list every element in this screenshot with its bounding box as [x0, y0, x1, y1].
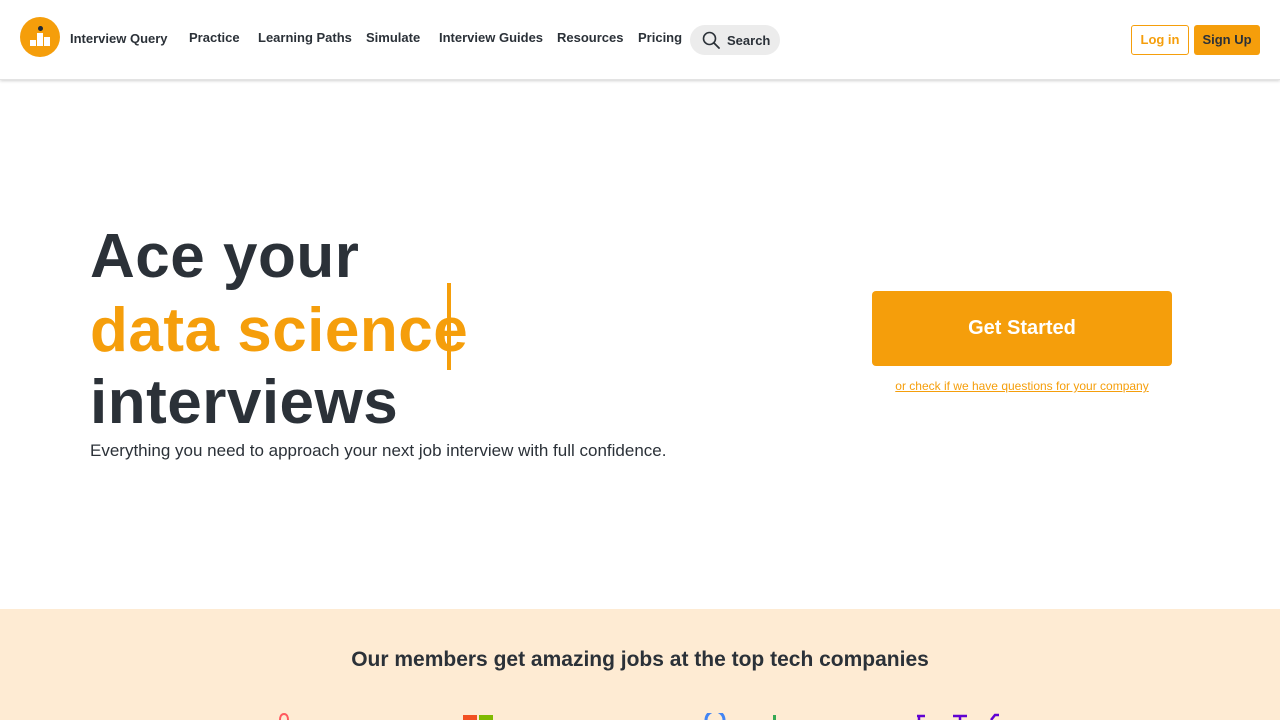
hero-subtitle: Everything you need to approach your nex…: [90, 441, 667, 460]
airbnb-icon: [279, 713, 289, 720]
nav-learning-paths[interactable]: Learning Paths: [258, 30, 352, 45]
top-navbar: Interview Query Practice Learning Paths …: [0, 0, 1280, 80]
microsoft-icon: [463, 715, 493, 720]
login-button[interactable]: Log in: [1131, 25, 1189, 55]
check-company-link[interactable]: or check if we have questions for your c…: [872, 379, 1172, 393]
hero-heading-line-2: data science: [90, 296, 469, 365]
nav-simulate[interactable]: Simulate: [366, 30, 420, 45]
nav-interview-guides[interactable]: Interview Guides: [439, 30, 543, 45]
google-icon: [704, 713, 776, 720]
brand-name[interactable]: Interview Query: [70, 31, 168, 46]
nav-resources[interactable]: Resources: [557, 30, 623, 45]
nav-practice[interactable]: Practice: [189, 30, 240, 45]
search-icon: [702, 31, 720, 49]
companies-title: Our members get amazing jobs at the top …: [351, 648, 929, 671]
search-label: Search: [727, 32, 771, 48]
interview-query-logo-icon[interactable]: [20, 17, 60, 57]
get-started-button[interactable]: Get Started: [872, 291, 1172, 366]
hero-heading-line-3: interviews: [90, 368, 399, 437]
typing-caret: [447, 283, 451, 370]
hero-heading-line-1: Ace your: [90, 222, 360, 291]
signup-button[interactable]: Sign Up: [1194, 25, 1260, 55]
search-button[interactable]: Search: [690, 25, 780, 55]
nav-pricing[interactable]: Pricing: [638, 30, 682, 45]
yahoo-icon: [917, 713, 999, 720]
